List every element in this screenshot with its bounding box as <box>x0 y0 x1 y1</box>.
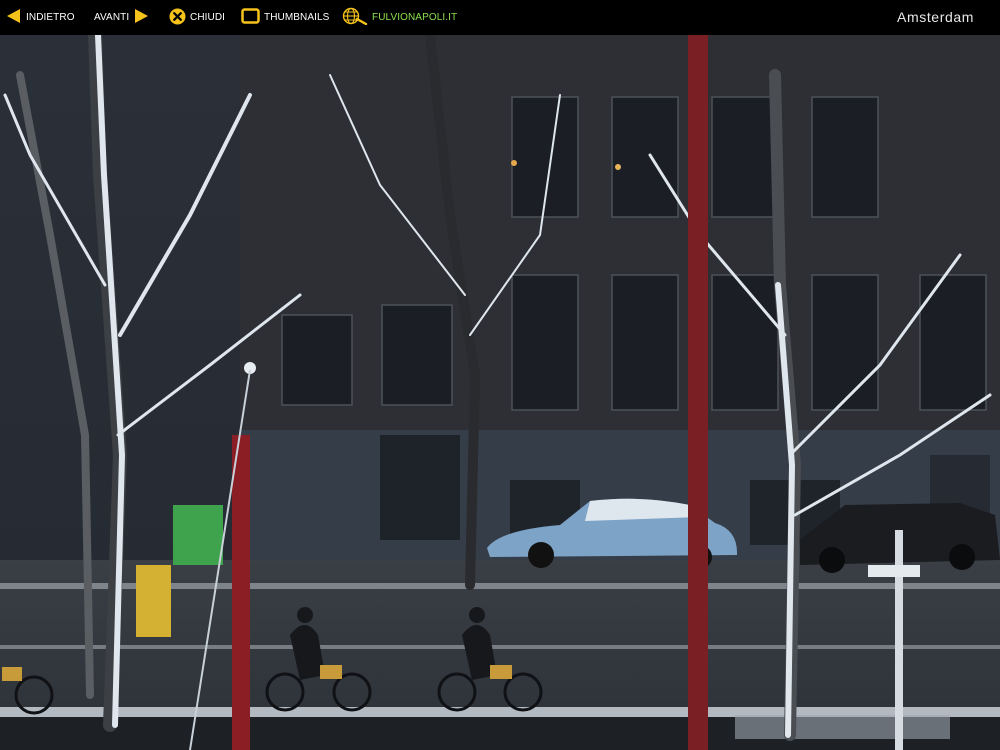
site-label: FULVIONAPOLI.IT <box>372 12 458 23</box>
close-circle-icon <box>169 8 186 28</box>
main-photo <box>0 35 1000 750</box>
next-label: AVANTI <box>94 12 130 23</box>
next-button[interactable]: AVANTI <box>94 0 149 35</box>
thumbnails-button[interactable]: THUMBNAILS <box>241 0 329 35</box>
close-label: CHIUDI <box>190 12 226 23</box>
album-title: Amsterdam <box>897 9 974 25</box>
photo-canvas <box>0 35 1000 750</box>
arrow-right-icon <box>133 8 149 27</box>
arrow-left-icon <box>6 8 22 27</box>
top-navigation-bar: INDIETRO AVANTI CHIUDI THUMBNAILS FULVIO… <box>0 0 1000 35</box>
site-link[interactable]: FULVIONAPOLI.IT <box>342 0 457 35</box>
back-button[interactable]: INDIETRO <box>6 0 75 35</box>
close-button[interactable]: CHIUDI <box>169 0 225 35</box>
thumbnails-label: THUMBNAILS <box>264 12 330 23</box>
back-label: INDIETRO <box>26 12 75 23</box>
square-icon <box>241 8 260 27</box>
globe-search-icon <box>342 7 368 28</box>
